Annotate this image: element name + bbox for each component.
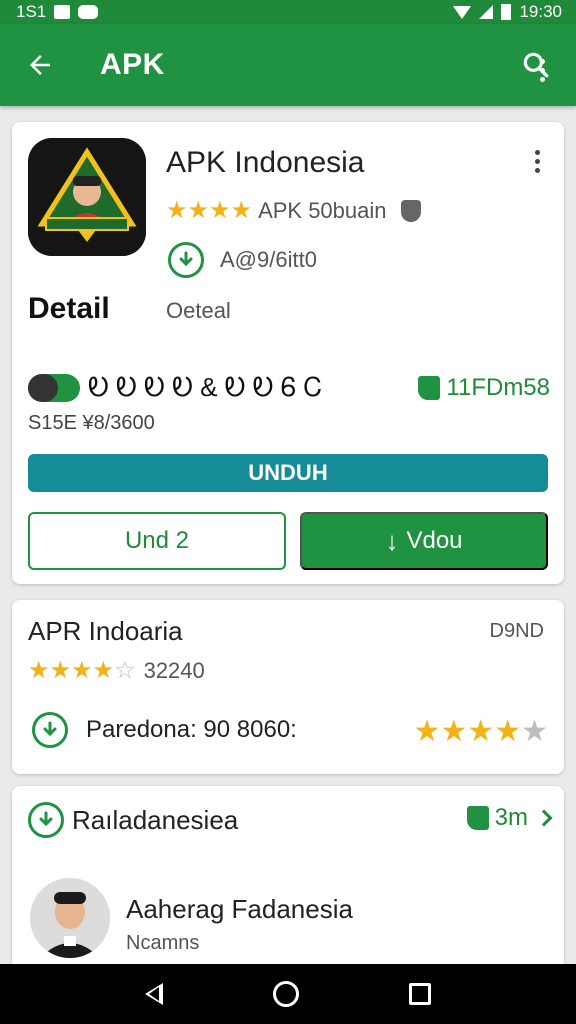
- more-vert-icon: [534, 149, 540, 155]
- downloads-row: A@9/6itt0: [168, 242, 317, 278]
- download-circle-icon: [168, 242, 204, 278]
- status-time-left: 1S1: [16, 2, 47, 21]
- related-app-card[interactable]: APR Indoaria D9ND ★★★★☆ 32240 Paredona: …: [12, 600, 564, 774]
- back-arrow-icon: [30, 55, 50, 75]
- chevron-right-icon: [535, 809, 553, 827]
- reviewer-card[interactable]: Raıladanesiea 3m Aaherag Fadanesia Ncamn…: [12, 786, 564, 976]
- download-button[interactable]: ↓ Vdou: [300, 512, 548, 570]
- wifi-icon: [453, 5, 472, 19]
- related-app-rating: ★★★★☆ 32240: [28, 656, 205, 685]
- signal-icon: [479, 5, 494, 19]
- app-name: APK Indonesia: [166, 146, 365, 179]
- reviewer-name: Aaherag Fadanesia: [126, 894, 353, 924]
- size-line: S15E ¥8/3600: [28, 412, 155, 434]
- rating-stars: ★★★★: [166, 197, 253, 224]
- more-vert-dot: [534, 167, 540, 173]
- stat-row: Ꭷ Ꭷ Ꭷ Ꭷ & Ꭷ Ꭷ Ꮾ Ꮯ: [28, 372, 322, 404]
- unduh-button[interactable]: UNDUH: [28, 454, 548, 492]
- reviewer-section-more[interactable]: 3m: [466, 804, 553, 832]
- thumbs-up-icon: [418, 376, 441, 400]
- app-icon[interactable]: [28, 138, 146, 256]
- related-app-title: APR Indoaria: [28, 616, 183, 646]
- rating-stars: ★★★★☆: [28, 656, 136, 685]
- status-right: 19:30: [453, 2, 562, 22]
- app-detail-card: APK Indonesia ★★★★ APK 50buain A@9/6itt0…: [12, 122, 564, 584]
- app-rating-row: ★★★★ APK 50buain: [166, 196, 421, 225]
- app-bar: APK: [0, 24, 576, 106]
- image-notification-icon: [54, 5, 71, 19]
- stat-right-value: 11FDm58: [446, 374, 550, 401]
- download-circle-icon: [28, 802, 64, 838]
- reviewer-section-title: Raıladanesiea: [28, 802, 238, 838]
- system-nav-bar: [0, 964, 576, 1024]
- downloads-text: A@9/6itt0: [220, 247, 317, 272]
- person-avatar-icon: [30, 878, 110, 958]
- leaf-toggle-icon: [28, 374, 80, 402]
- related-app-row-stars: ★★★★★: [414, 714, 548, 749]
- status-bar: 1S1 19:30: [0, 0, 576, 24]
- shield-icon: [400, 199, 421, 222]
- app-logo-icon: [28, 138, 146, 256]
- thumbs-up-icon: [466, 806, 489, 830]
- more-vert-dot: [534, 158, 540, 164]
- rating-text: APK 50buain: [258, 197, 387, 223]
- rating-stars-filled: ★★★★: [28, 657, 115, 684]
- row-stars-empty: ★: [521, 715, 548, 748]
- message-notification-icon: [78, 5, 99, 19]
- nav-home-icon[interactable]: [273, 981, 299, 1007]
- nav-back-icon[interactable]: [145, 983, 163, 1005]
- stat-text: Ꭷ Ꭷ Ꭷ Ꭷ & Ꭷ Ꭷ Ꮾ Ꮯ: [88, 372, 323, 402]
- more-vert-icon: [539, 58, 545, 64]
- download-icon: ↓: [385, 525, 399, 556]
- download-button-label: Vdou: [406, 527, 463, 554]
- avatar[interactable]: [30, 878, 110, 958]
- related-app-stats-text: Paredona: 90 8060:: [86, 716, 297, 743]
- back-button[interactable]: [18, 43, 62, 87]
- page-title: APK: [100, 48, 165, 81]
- rating-count: 32240: [143, 657, 205, 683]
- card-more-button[interactable]: [522, 146, 552, 176]
- reviewer-section-label: Raıladanesiea: [72, 804, 239, 835]
- status-left: 1S1: [16, 2, 99, 22]
- related-app-badge: D9ND: [489, 620, 544, 642]
- download-circle-icon: [32, 712, 68, 748]
- more-options-button[interactable]: [520, 48, 564, 92]
- row-stars-filled: ★★★★: [413, 715, 522, 748]
- secondary-download-button[interactable]: Und 2: [28, 512, 286, 570]
- reviewer-section-value: 3m: [494, 804, 528, 831]
- battery-icon: [501, 4, 512, 20]
- reviewer-subtitle: Ncamns: [126, 932, 200, 954]
- status-time-right: 19:30: [519, 2, 562, 21]
- more-vert-dot: [539, 67, 545, 73]
- detail-subtitle: Oeteal: [166, 298, 231, 323]
- detail-heading: Detail: [28, 292, 110, 325]
- stat-right: 11FDm58: [418, 374, 550, 402]
- more-vert-dot: [539, 76, 545, 82]
- nav-recents-icon[interactable]: [409, 983, 431, 1005]
- rating-stars-empty: ☆: [114, 657, 136, 684]
- related-app-stats-row: Paredona: 90 8060:: [32, 712, 297, 748]
